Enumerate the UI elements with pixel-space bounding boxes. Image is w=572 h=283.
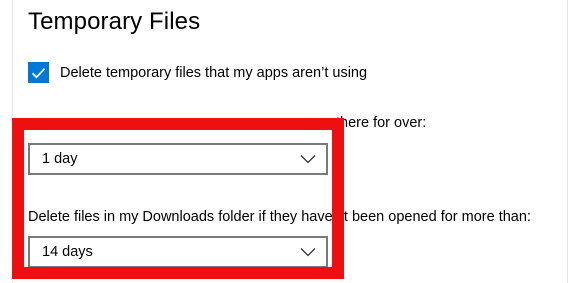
checkmark-icon bbox=[31, 67, 46, 78]
downloads-duration-dropdown[interactable]: 14 days bbox=[28, 236, 328, 268]
section-title: Temporary Files bbox=[28, 8, 201, 35]
recycle-bin-label: there for over: bbox=[28, 115, 426, 131]
recycle-bin-duration-value: 1 day bbox=[42, 151, 78, 167]
delete-temp-files-checkbox[interactable] bbox=[28, 62, 49, 83]
chevron-down-icon bbox=[300, 154, 316, 164]
delete-temp-files-label: Delete temporary files that my apps aren… bbox=[60, 64, 368, 81]
downloads-label: Delete files in my Downloads folder if t… bbox=[28, 209, 531, 225]
recycle-bin-duration-dropdown[interactable]: 1 day bbox=[28, 143, 328, 175]
chevron-down-icon bbox=[300, 247, 316, 257]
delete-temp-files-option[interactable]: Delete temporary files that my apps aren… bbox=[28, 62, 367, 83]
recycle-bin-label-text: there for over: bbox=[336, 115, 427, 131]
downloads-duration-value: 14 days bbox=[42, 244, 93, 260]
